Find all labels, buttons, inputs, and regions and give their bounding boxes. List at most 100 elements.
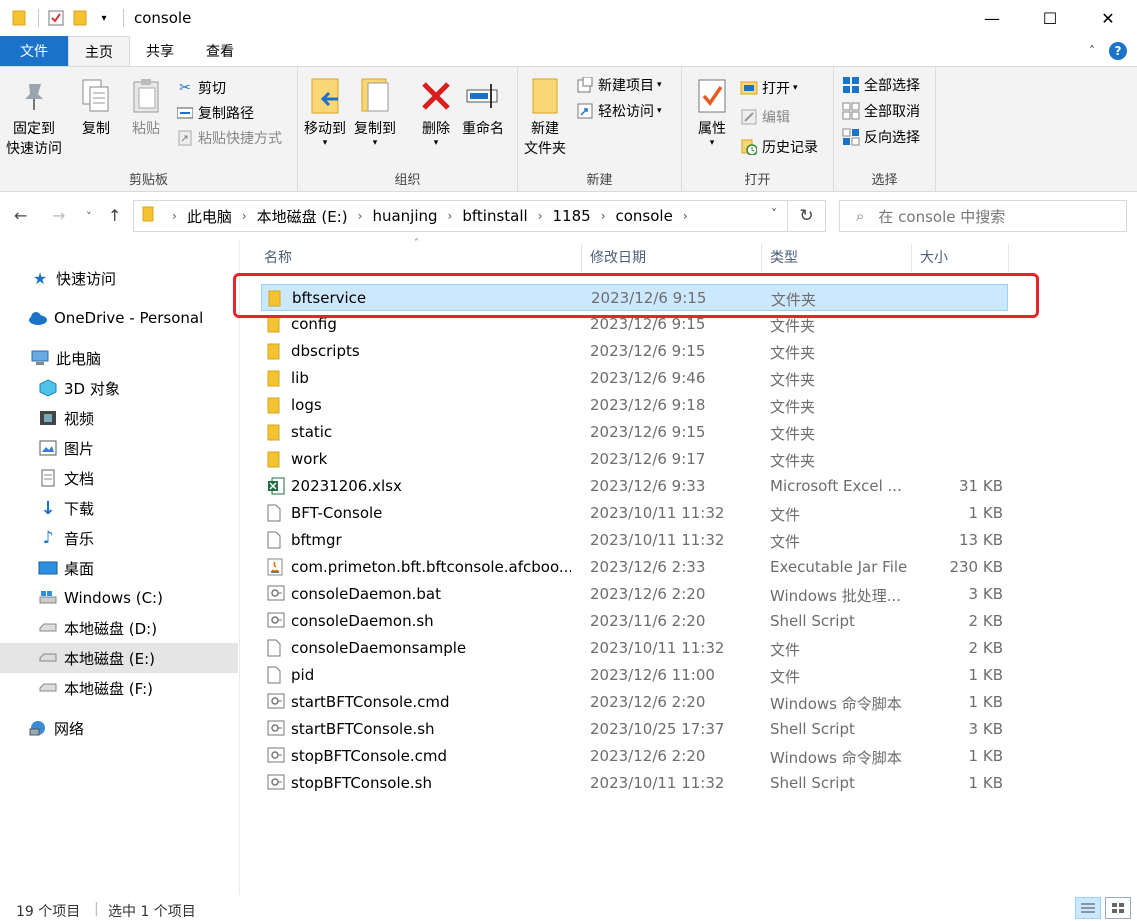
- open-label: 打开: [762, 81, 790, 97]
- sidebar-item-pictures[interactable]: 图片: [0, 433, 238, 463]
- cut-button[interactable]: ✂ 剪切: [176, 76, 226, 100]
- paste-button[interactable]: 粘贴: [126, 75, 166, 139]
- maximize-button[interactable]: ☐: [1021, 0, 1079, 36]
- sidebar-item-drive-d[interactable]: 本地磁盘 (D:): [0, 613, 238, 643]
- address-dropdown-icon[interactable]: ˅: [771, 207, 777, 221]
- folder-icon: [267, 369, 285, 387]
- file-type: Shell Script: [770, 720, 855, 738]
- forward-button[interactable]: →: [52, 206, 65, 225]
- tab-view[interactable]: 查看: [190, 36, 250, 66]
- sidebar-item-3d-objects[interactable]: 3D 对象: [0, 373, 238, 403]
- file-row[interactable]: consoleDaemonsample 2023/10/11 11:32 文件 2 K…: [261, 635, 1008, 662]
- sidebar-item-quick-access[interactable]: ★ 快速访问: [0, 263, 238, 293]
- file-row[interactable]: lib 2023/12/6 9:46 文件夹: [261, 365, 1008, 392]
- select-all-button[interactable]: 全部选择: [842, 73, 920, 97]
- invert-selection-button[interactable]: 反向选择: [842, 125, 920, 149]
- chevron-down-icon: ▾: [793, 83, 798, 93]
- sidebar-item-onedrive[interactable]: OneDrive - Personal: [0, 303, 238, 333]
- clipboard-group: 固定到 快速访问 复制 粘贴 ✂ 剪切 复制路径 粘贴快捷方式 剪贴板: [0, 67, 298, 192]
- file-row[interactable]: consoleDaemon.bat 2023/12/6 2:20 Windows 批…: [261, 581, 1008, 608]
- copy-to-button[interactable]: 复制到 ▾: [354, 75, 396, 148]
- file-row[interactable]: stopBFTConsole.cmd 2023/12/6 2:20 Windows …: [261, 743, 1008, 770]
- file-row[interactable]: bftmgr 2023/10/11 11:32 文件 13 KB: [261, 527, 1008, 554]
- address-bar[interactable]: › 此电脑 › 本地磁盘 (E:) › huanjing › bftinstal…: [133, 200, 826, 232]
- sidebar-item-network[interactable]: 网络: [0, 713, 238, 743]
- rename-icon: [463, 75, 503, 117]
- file-row[interactable]: consoleDaemon.sh 2023/11/6 2:20 Shell Scri…: [261, 608, 1008, 635]
- delete-button[interactable]: 删除 ▾: [416, 75, 456, 148]
- details-view-button[interactable]: [1075, 897, 1101, 919]
- pin-quick-access-button[interactable]: 固定到 快速访问: [6, 75, 62, 159]
- column-header-date[interactable]: 修改日期: [590, 240, 646, 274]
- folder-icon[interactable]: [8, 7, 30, 29]
- breadcrumb-item[interactable]: 本地磁盘 (E:): [257, 206, 348, 227]
- help-icon[interactable]: ?: [1109, 42, 1127, 60]
- move-to-button[interactable]: 移动到 ▾: [304, 75, 346, 148]
- sidebar-item-this-pc[interactable]: 此电脑: [0, 343, 238, 373]
- file-date: 2023/12/6 9:18: [590, 396, 706, 414]
- breadcrumb-item[interactable]: console: [616, 207, 673, 225]
- breadcrumb-item[interactable]: bftinstall: [462, 207, 527, 225]
- file-row[interactable]: logs 2023/12/6 9:18 文件夹: [261, 392, 1008, 419]
- paste-shortcut-button[interactable]: 粘贴快捷方式: [176, 126, 282, 150]
- customize-toolbar-icon[interactable]: ▾: [93, 7, 115, 29]
- file-size: 13 KB: [959, 531, 1003, 549]
- file-row[interactable]: 20231206.xlsx 2023/12/6 9:33 Microsoft Exc…: [261, 473, 1008, 500]
- up-button[interactable]: ↑: [108, 206, 121, 225]
- refresh-button[interactable]: ↻: [787, 201, 825, 231]
- tab-home[interactable]: 主页: [68, 36, 130, 66]
- select-all-icon: [842, 76, 860, 94]
- file-row[interactable]: pid 2023/12/6 11:00 文件 1 KB: [261, 662, 1008, 689]
- sidebar-item-drive-c[interactable]: Windows (C:): [0, 583, 238, 613]
- select-none-button[interactable]: 全部取消: [842, 99, 920, 123]
- edit-button[interactable]: 编辑: [740, 105, 790, 129]
- column-header-type[interactable]: 类型: [770, 240, 798, 274]
- invert-selection-label: 反向选择: [864, 130, 920, 146]
- file-row[interactable]: startBFTConsole.cmd 2023/12/6 2:20 Windows…: [261, 689, 1008, 716]
- file-row[interactable]: work 2023/12/6 9:17 文件夹: [261, 446, 1008, 473]
- tab-share[interactable]: 共享: [130, 36, 190, 66]
- properties-icon[interactable]: [45, 7, 67, 29]
- rename-button[interactable]: 重命名: [462, 75, 504, 139]
- breadcrumb-item[interactable]: 1185: [553, 207, 591, 225]
- sidebar-item-downloads[interactable]: ↓ 下载: [0, 493, 238, 523]
- breadcrumb-item[interactable]: 此电脑: [187, 206, 232, 227]
- close-button[interactable]: ✕: [1079, 0, 1137, 36]
- sidebar-item-music[interactable]: ♪ 音乐: [0, 523, 238, 553]
- file-type: Executable Jar File: [770, 558, 908, 576]
- large-icons-view-button[interactable]: [1105, 897, 1131, 919]
- file-row[interactable]: startBFTConsole.sh 2023/10/25 17:37 Shell …: [261, 716, 1008, 743]
- new-folder-icon[interactable]: [69, 7, 91, 29]
- sidebar-item-drive-f[interactable]: 本地磁盘 (F:): [0, 673, 238, 703]
- delete-label: 删除: [422, 121, 450, 137]
- drive-icon: [38, 678, 58, 698]
- column-header-name[interactable]: 名称: [264, 240, 292, 274]
- file-name: pid: [291, 666, 315, 684]
- copy-path-button[interactable]: 复制路径: [176, 101, 254, 125]
- file-row[interactable]: BFT-Console 2023/10/11 11:32 文件 1 KB: [261, 500, 1008, 527]
- sidebar-item-desktop[interactable]: 桌面: [0, 553, 238, 583]
- file-type: 文件夹: [770, 425, 816, 443]
- sidebar-item-videos[interactable]: 视频: [0, 403, 238, 433]
- file-row[interactable]: static 2023/12/6 9:15 文件夹: [261, 419, 1008, 446]
- tab-file[interactable]: 文件: [0, 36, 68, 66]
- column-header-size[interactable]: 大小: [920, 240, 948, 274]
- back-button[interactable]: ←: [14, 206, 27, 225]
- file-row[interactable]: stopBFTConsole.sh 2023/10/11 11:32 Shell S…: [261, 770, 1008, 797]
- properties-button[interactable]: 属性 ▾: [692, 75, 732, 148]
- sidebar-item-drive-e[interactable]: 本地磁盘 (E:): [0, 643, 238, 673]
- file-row[interactable]: dbscripts 2023/12/6 9:15 文件夹: [261, 338, 1008, 365]
- file-row[interactable]: com.primeton.bft.bftconsole.afcboo... 202…: [261, 554, 1008, 581]
- easy-access-button[interactable]: 轻松访问 ▾: [576, 99, 662, 123]
- new-folder-button[interactable]: 新建 文件夹: [524, 75, 566, 159]
- recent-locations-button[interactable]: ˅: [86, 210, 92, 223]
- history-button[interactable]: 历史记录: [740, 135, 818, 159]
- new-item-button[interactable]: 新建项目 ▾: [576, 73, 662, 97]
- copy-button[interactable]: 复制: [76, 75, 116, 139]
- open-button[interactable]: 打开 ▾: [740, 76, 798, 100]
- sidebar-item-documents[interactable]: 文档: [0, 463, 238, 493]
- search-input[interactable]: ⌕ 在 console 中搜索: [839, 200, 1127, 232]
- breadcrumb-item[interactable]: huanjing: [372, 207, 437, 225]
- minimize-button[interactable]: —: [963, 0, 1021, 36]
- chevron-up-icon[interactable]: ˄: [1089, 44, 1095, 58]
